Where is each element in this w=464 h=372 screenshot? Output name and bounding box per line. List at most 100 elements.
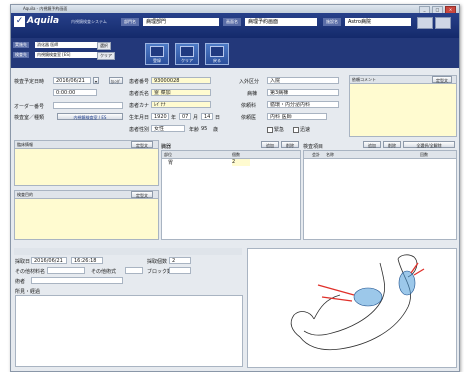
sex-select[interactable]: 女性 bbox=[151, 125, 185, 132]
register-button[interactable]: 登録 bbox=[145, 43, 169, 65]
check-logo-icon: ✓ bbox=[14, 16, 25, 27]
findings-label: 所見・経過 bbox=[15, 289, 41, 295]
patient-no-label: 患者番号 bbox=[129, 79, 150, 85]
collect-count-label: 採取個数 bbox=[147, 259, 168, 265]
items-table: 会計 名称 回数 bbox=[303, 150, 457, 240]
fast-checkbox[interactable]: 迅速 bbox=[293, 126, 310, 133]
table-row[interactable]: 胃 2 bbox=[162, 159, 298, 166]
birth-year-unit: 年 bbox=[171, 115, 177, 121]
purpose-panel-title: 検査目的 bbox=[17, 192, 33, 197]
app-window: Aquila - 内視鏡予約画面 _ □ × ✓ Aquila 内視鏡検査システ… bbox=[10, 4, 460, 372]
title-bar: Aquila - 内視鏡予約画面 _ □ × bbox=[11, 5, 459, 14]
other-method-input[interactable] bbox=[125, 267, 143, 274]
organ-table-header: 部位 個数 bbox=[162, 151, 300, 159]
purpose-panel[interactable]: 検査目的 定型文 bbox=[14, 190, 159, 240]
other-method-label: その他術式 bbox=[91, 269, 117, 275]
screen-value: 病理予約画面 bbox=[245, 18, 317, 26]
type-button[interactable]: 内視鏡検査室 / ES bbox=[57, 113, 123, 120]
operator-label: 術者 bbox=[15, 279, 26, 285]
comment-template-button[interactable]: 定型文 bbox=[432, 76, 452, 83]
patient-kana-label: 患者カナ bbox=[129, 103, 150, 109]
clinical-panel[interactable]: 臨床情報 定型文 bbox=[14, 140, 159, 186]
admit-select[interactable]: 入院 bbox=[267, 77, 339, 84]
clear-label: クリア bbox=[181, 58, 193, 63]
birth-day[interactable]: 14 bbox=[201, 113, 213, 120]
urgent-label: 緊急 bbox=[274, 127, 285, 133]
req-doc-input[interactable]: 内科 医師 bbox=[267, 113, 327, 120]
arrow-lower-a bbox=[317, 284, 355, 296]
facility-value: Astro病院 bbox=[345, 18, 411, 26]
fast-label: 迅速 bbox=[300, 127, 311, 133]
collect-date-input[interactable]: 2016/06/21 bbox=[31, 257, 67, 264]
field2-value: 内視鏡検査室 [ES] bbox=[35, 52, 97, 58]
ward-label: 病棟 bbox=[247, 91, 258, 97]
items-add-button[interactable]: 追加 bbox=[363, 141, 381, 148]
exit-icon[interactable] bbox=[435, 17, 451, 29]
organ-add-button[interactable]: 追加 bbox=[261, 141, 279, 148]
patient-name-label: 患者氏名 bbox=[129, 91, 150, 97]
schema-drawing-panel[interactable] bbox=[247, 248, 457, 368]
organ-delete-button[interactable]: 削除 bbox=[281, 141, 299, 148]
purpose-template-button[interactable]: 定型文 bbox=[131, 191, 153, 198]
app-header: ✓ Aquila 内視鏡検査システム 部門名 病理部門 画面名 病理予約画面 施… bbox=[11, 13, 459, 38]
dept-value: 病理部門 bbox=[143, 18, 219, 26]
field1-select-button[interactable]: 選択 bbox=[97, 42, 111, 50]
other-material-label: その他材料名 bbox=[15, 269, 46, 275]
brand-name: Aquila bbox=[27, 16, 60, 26]
patient-kana-input[interactable]: ﾚｲ ﾅﾅ bbox=[151, 101, 211, 108]
operator-select[interactable] bbox=[31, 277, 123, 284]
order-label: オーダー番号 bbox=[14, 104, 45, 110]
back-button[interactable]: 戻る bbox=[205, 43, 229, 65]
lesion-upper bbox=[398, 270, 416, 296]
organ-row-count[interactable]: 2 bbox=[232, 159, 250, 166]
ward-select[interactable]: 第3病棟 bbox=[267, 89, 339, 96]
clinical-template-button[interactable]: 定型文 bbox=[131, 141, 153, 148]
findings-textarea[interactable] bbox=[15, 295, 243, 367]
organ-col-part: 部位 bbox=[164, 152, 172, 157]
urgent-checkbox[interactable]: 緊急 bbox=[267, 126, 284, 133]
date-dropdown[interactable]: ▾ bbox=[93, 77, 99, 84]
items-col-count: 回数 bbox=[420, 152, 428, 157]
back-icon bbox=[210, 46, 224, 57]
birth-month[interactable]: 07 bbox=[179, 113, 191, 120]
comment-panel[interactable]: 依頼コメント 定型文 bbox=[349, 75, 457, 137]
type-label: 検査室／種類 bbox=[14, 115, 45, 121]
collect-count-input[interactable]: 2 bbox=[169, 257, 191, 264]
other-material-input[interactable] bbox=[47, 267, 85, 274]
pylorus-curve bbox=[290, 311, 315, 338]
time-input[interactable]: 0:00:00 bbox=[53, 89, 97, 96]
date-input[interactable]: 2016/06/21 bbox=[53, 77, 91, 84]
patient-no-input[interactable]: 93000028 bbox=[151, 77, 211, 84]
arrow-lower-b bbox=[321, 296, 353, 302]
req-dept-select[interactable]: 循環・内分泌内科 bbox=[267, 101, 339, 108]
req-doc-label: 依頼医 bbox=[241, 115, 257, 121]
lesion-lower bbox=[353, 287, 383, 307]
stomach-diagram bbox=[290, 254, 425, 351]
items-delete-button[interactable]: 削除 bbox=[383, 141, 401, 148]
stomach-outer-curve bbox=[299, 258, 411, 351]
bottom-section-header bbox=[14, 248, 242, 255]
date-label: 検査予定日時 bbox=[14, 79, 45, 85]
birth-day-unit: 日 bbox=[215, 115, 221, 121]
back-label: 戻る bbox=[213, 58, 221, 63]
order-input[interactable] bbox=[53, 102, 123, 109]
fast-check-icon bbox=[293, 126, 299, 133]
items-select-all-button[interactable]: 全選択/全解除 bbox=[403, 141, 455, 148]
age-value: 95 bbox=[201, 126, 208, 132]
field2-clear-button[interactable]: クリア bbox=[97, 52, 115, 60]
birth-year[interactable]: 1920 bbox=[151, 113, 169, 120]
block-input[interactable] bbox=[169, 267, 191, 274]
birth-month-unit: 月 bbox=[193, 115, 199, 121]
clear-icon bbox=[180, 46, 194, 57]
items-title: 検査項目 bbox=[303, 144, 324, 150]
brand-subtitle: 内視鏡検査システム bbox=[71, 19, 107, 24]
items-col-name: 名称 bbox=[326, 152, 334, 157]
urgent-check-icon bbox=[267, 126, 273, 133]
field2-label: 検査先 bbox=[13, 52, 29, 58]
collect-time-input[interactable]: 16:26:18 bbox=[71, 257, 103, 264]
calendar-button[interactable]: ｶﾚﾝﾀﾞ bbox=[109, 77, 123, 84]
comment-panel-title: 依頼コメント bbox=[352, 77, 376, 82]
help-icon[interactable] bbox=[417, 17, 433, 29]
patient-name-input[interactable]: 霊 菜加 bbox=[151, 89, 211, 96]
clear-button[interactable]: クリア bbox=[175, 43, 199, 65]
